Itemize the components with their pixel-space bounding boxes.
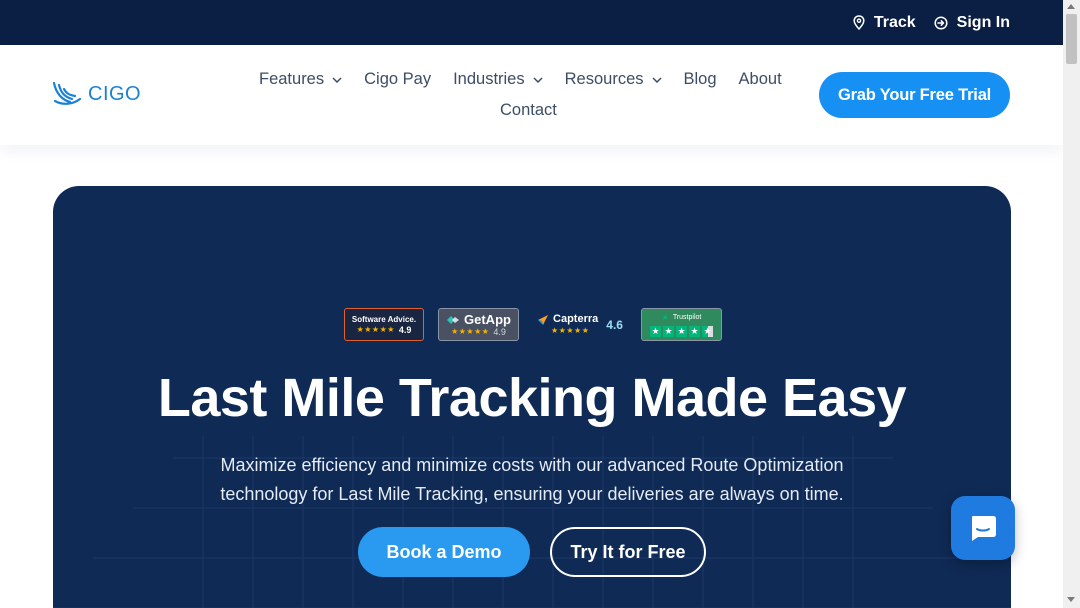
nav-industries-label: Industries <box>453 70 525 88</box>
main-nav-row-2: Contact <box>500 101 557 120</box>
nav-about[interactable]: About <box>739 70 782 89</box>
trustpilot-badge[interactable]: ★ Trustpilot ★ ★ ★ ★ ★ <box>641 308 722 341</box>
cigo-logo[interactable]: CIGO <box>52 81 141 107</box>
star-rating-icon: ★★★★★ <box>551 326 590 335</box>
capterra-left: Capterra ★★★★★ <box>537 313 598 336</box>
star-icon: ★ <box>676 325 687 337</box>
getapp-rating: ★★★★★ 4.9 <box>451 327 506 337</box>
sign-in-label: Sign In <box>956 13 1010 31</box>
nav-blog-label: Blog <box>683 70 717 88</box>
track-label: Track <box>873 13 916 31</box>
scroll-down-arrow-icon[interactable] <box>1067 597 1075 602</box>
page: Track Sign In CIGO Features Cigo Pay Ind… <box>0 0 1063 608</box>
wing-logo-icon <box>52 81 82 105</box>
scrollbar-thumb[interactable] <box>1066 14 1077 64</box>
review-badges: Software Advice. ★★★★★ 4.9 GetApp ★★★★★ … <box>344 308 722 341</box>
sign-in-icon <box>934 15 948 30</box>
nav-resources-label: Resources <box>564 70 644 88</box>
book-demo-button[interactable]: Book a Demo <box>358 527 530 577</box>
nav-contact[interactable]: Contact <box>500 101 557 120</box>
nav-industries[interactable]: Industries <box>453 70 543 89</box>
track-link[interactable]: Track <box>853 14 916 32</box>
software-advice-score: 4.9 <box>398 324 412 335</box>
capterra-score: 4.6 <box>606 317 623 332</box>
hero-subtitle: Maximize efficiency and minimize costs w… <box>183 451 881 509</box>
site-header: CIGO Features Cigo Pay Industries Resour… <box>0 45 1063 145</box>
scroll-up-arrow-icon[interactable] <box>1067 4 1075 9</box>
capterra-row: Capterra ★★★★★ 4.6 <box>537 313 623 336</box>
nav-blog[interactable]: Blog <box>684 70 717 89</box>
chevron-down-icon <box>533 76 543 83</box>
nav-resources[interactable]: Resources <box>565 70 662 89</box>
hero-title: Last Mile Tracking Made Easy <box>157 368 907 428</box>
main-nav: Features Cigo Pay Industries Resources B… <box>259 70 782 89</box>
logo-text: CIGO <box>88 82 142 105</box>
getapp-badge[interactable]: GetApp ★★★★★ 4.9 <box>438 308 519 341</box>
getapp-header: GetApp <box>446 311 511 327</box>
try-free-button[interactable]: Try It for Free <box>550 527 706 577</box>
software-advice-rating: ★★★★★ 4.9 <box>357 325 412 335</box>
sign-in-link[interactable]: Sign In <box>934 14 1010 32</box>
free-trial-button[interactable]: Grab Your Free Trial <box>819 72 1010 118</box>
chevron-down-icon <box>332 76 342 83</box>
capterra-header: Capterra <box>537 313 598 326</box>
trustpilot-stars: ★ ★ ★ ★ ★ <box>650 325 713 337</box>
nav-features[interactable]: Features <box>259 70 342 89</box>
nav-contact-label: Contact <box>500 101 557 119</box>
nav-cigo-pay-label: Cigo Pay <box>364 70 432 88</box>
capterra-logo-icon <box>538 314 549 325</box>
star-icon: ★ <box>689 325 700 337</box>
trustpilot-header: ★ Trustpilot <box>662 313 702 323</box>
getapp-logo-icon <box>447 315 460 324</box>
map-pin-icon <box>853 15 865 30</box>
star-icon: ★ <box>650 325 661 337</box>
getapp-score: 4.9 <box>493 326 506 337</box>
software-advice-badge[interactable]: Software Advice. ★★★★★ 4.9 <box>344 308 424 341</box>
nav-about-label: About <box>738 70 782 88</box>
trustpilot-star-icon: ★ <box>661 313 669 322</box>
star-rating-icon: ★★★★★ <box>451 326 490 336</box>
half-star-icon: ★ <box>702 325 713 337</box>
chat-bubble-icon <box>972 516 996 541</box>
software-advice-name: Software Advice. <box>351 314 417 324</box>
page-scrollbar[interactable] <box>1063 0 1080 608</box>
top-utility-bar: Track Sign In <box>0 0 1063 45</box>
nav-features-label: Features <box>259 70 325 88</box>
getapp-name: GetApp <box>464 311 511 327</box>
capterra-badge[interactable]: Capterra ★★★★★ 4.6 <box>533 308 627 341</box>
hero-section: Software Advice. ★★★★★ 4.9 GetApp ★★★★★ … <box>53 186 1011 608</box>
trustpilot-name: Trustpilot <box>672 313 702 321</box>
nav-cigo-pay[interactable]: Cigo Pay <box>364 70 431 89</box>
chat-widget-button[interactable] <box>951 496 1015 560</box>
hero-subtitle-line-2: technology for Last Mile Tracking, ensur… <box>220 484 844 504</box>
star-rating-icon: ★★★★★ <box>356 324 395 334</box>
chevron-down-icon <box>651 76 662 83</box>
capterra-name: Capterra <box>553 313 599 325</box>
star-icon: ★ <box>663 325 674 337</box>
hero-subtitle-line-1: Maximize efficiency and minimize costs w… <box>220 455 844 475</box>
